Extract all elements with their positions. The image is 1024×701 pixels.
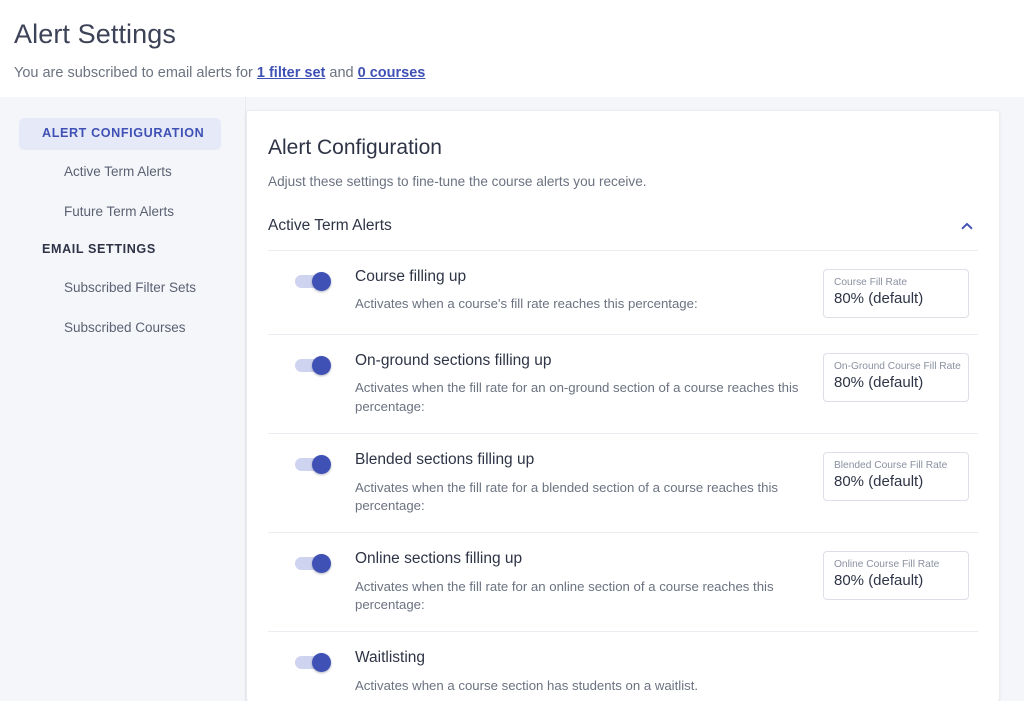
sidebar-item-alert-configuration[interactable]: ALERT CONFIGURATION <box>19 118 221 150</box>
field-label: Course Fill Rate <box>834 276 908 288</box>
sidebar-nav-list: ALERT CONFIGURATION Active Term Alerts F… <box>0 118 245 346</box>
field-label: Online Course Fill Rate <box>834 558 940 570</box>
setting-description: Activates when the fill rate for an on-g… <box>355 380 799 415</box>
main-area: Alert Configuration Adjust these setting… <box>246 97 1024 701</box>
field-label: On-Ground Course Fill Rate <box>834 360 961 372</box>
subscription-prefix-text: You are subscribed to email alerts for <box>14 65 257 82</box>
field-label: Blended Course Fill Rate <box>834 459 948 471</box>
toggle-knob <box>312 271 331 291</box>
setting-row: Online sections filling up Activates whe… <box>268 533 978 633</box>
setting-text-block: Blended sections filling up Activates wh… <box>355 451 823 516</box>
toggle-knob <box>312 454 331 474</box>
chevron-up-icon[interactable] <box>959 218 975 234</box>
setting-text-block: Course filling up Activates when a cours… <box>355 268 823 314</box>
setting-label: On-ground sections filling up <box>355 351 552 369</box>
card-subtitle: Adjust these settings to fine-tune the c… <box>268 174 647 190</box>
field-value: 80% (default) <box>834 473 924 491</box>
setting-text-block: Waitlisting Activates when a course sect… <box>355 649 823 695</box>
card-title: Alert Configuration <box>268 136 442 159</box>
setting-description: Activates when the fill rate for a blend… <box>355 479 778 514</box>
content-body: ALERT CONFIGURATION Active Term Alerts F… <box>0 97 1024 701</box>
toggle-waitlisting[interactable] <box>295 653 333 673</box>
field-value: 80% (default) <box>834 374 924 392</box>
online-course-fill-rate-field[interactable]: Online Course Fill Rate 80% (default) <box>823 550 969 600</box>
toggle-on-ground-sections-filling-up[interactable] <box>295 355 333 376</box>
sidebar-item-subscribed-filter-sets[interactable]: Subscribed Filter Sets <box>19 271 221 306</box>
blended-course-fill-rate-field[interactable]: Blended Course Fill Rate 80% (default) <box>823 451 969 501</box>
sidebar-item-future-term-alerts[interactable]: Future Term Alerts <box>19 195 221 230</box>
field-value: 80% (default) <box>834 290 924 308</box>
alert-settings-page: Alert Settings You are subscribed to ema… <box>0 0 1024 701</box>
setting-label: Course filling up <box>355 267 467 285</box>
setting-text-block: Online sections filling up Activates whe… <box>355 550 823 615</box>
active-term-alerts-section-header[interactable]: Active Term Alerts <box>268 191 978 251</box>
setting-label: Blended sections filling up <box>355 450 535 468</box>
toggle-knob <box>312 653 331 673</box>
sidebar-item-email-settings[interactable]: EMAIL SETTINGS <box>19 234 221 266</box>
toggle-knob <box>312 355 331 375</box>
section-title: Active Term Alerts <box>268 216 392 234</box>
course-fill-rate-field[interactable]: Course Fill Rate 80% (default) <box>823 268 969 318</box>
subscription-summary: You are subscribed to email alerts for 1… <box>14 64 1024 83</box>
on-ground-course-fill-rate-field[interactable]: On-Ground Course Fill Rate 80% (default) <box>823 352 969 402</box>
setting-description: Activates when a course's fill rate reac… <box>355 296 698 312</box>
subscribed-courses-link[interactable]: 0 courses <box>358 65 426 81</box>
toggle-online-sections-filling-up[interactable] <box>295 553 333 574</box>
settings-sidebar: ALERT CONFIGURATION Active Term Alerts F… <box>0 97 246 701</box>
setting-text-block: On-ground sections filling up Activates … <box>355 352 823 417</box>
page-header: Alert Settings You are subscribed to ema… <box>0 0 1024 84</box>
page-title: Alert Settings <box>14 19 176 49</box>
setting-label: Online sections filling up <box>355 549 523 567</box>
sidebar-item-subscribed-courses[interactable]: Subscribed Courses <box>19 311 221 346</box>
setting-row: Course filling up Activates when a cours… <box>268 251 978 335</box>
field-value: 80% (default) <box>834 572 924 590</box>
alert-configuration-card: Alert Configuration Adjust these setting… <box>246 110 1000 701</box>
sidebar-item-active-term-alerts[interactable]: Active Term Alerts <box>19 155 221 190</box>
toggle-blended-sections-filling-up[interactable] <box>295 454 333 475</box>
setting-row: On-ground sections filling up Activates … <box>268 335 978 434</box>
setting-row: Waitlisting Activates when a course sect… <box>268 632 978 701</box>
subscription-conjunction-text: and <box>325 65 358 82</box>
toggle-knob <box>312 553 331 573</box>
setting-label: Waitlisting <box>355 649 426 667</box>
setting-description: Activates when the fill rate for an onli… <box>355 578 774 613</box>
setting-description: Activates when a course section has stud… <box>355 677 699 693</box>
setting-row: Blended sections filling up Activates wh… <box>268 434 978 533</box>
toggle-course-filling-up[interactable] <box>295 271 333 292</box>
filter-set-link[interactable]: 1 filter set <box>257 65 326 81</box>
